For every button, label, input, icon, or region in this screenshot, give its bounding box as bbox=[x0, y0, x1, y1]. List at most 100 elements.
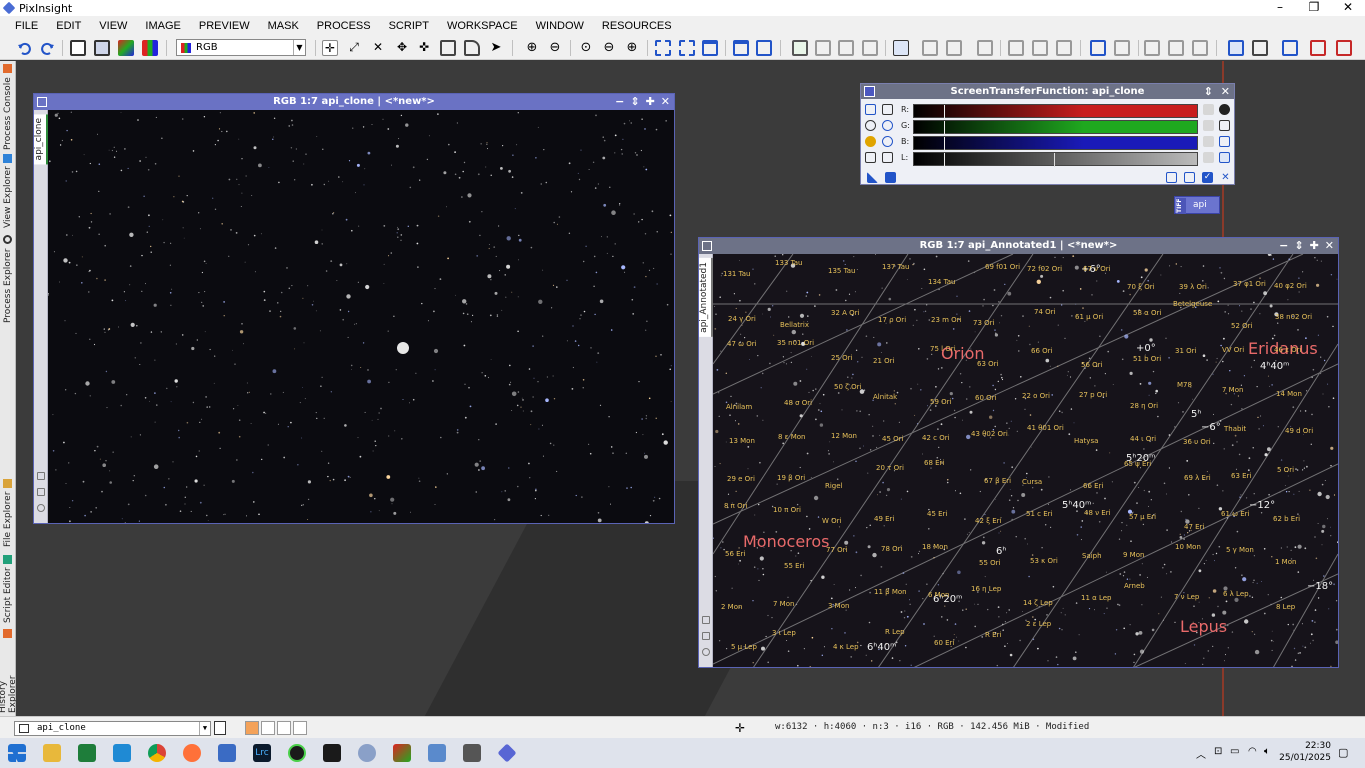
mini-icon[interactable] bbox=[702, 648, 710, 656]
gear-icon[interactable] bbox=[1219, 104, 1230, 115]
window-close-button[interactable]: ✕ bbox=[661, 94, 670, 110]
window-shade-button[interactable]: ⇕ bbox=[630, 94, 639, 110]
mini-icon[interactable] bbox=[37, 472, 45, 480]
color-image-icon[interactable] bbox=[118, 40, 134, 56]
screen-4-icon[interactable] bbox=[1310, 40, 1326, 56]
close-button[interactable]: ✕ bbox=[1331, 0, 1365, 16]
view-tab-api-clone[interactable]: api_clone bbox=[34, 114, 48, 165]
start-icon[interactable] bbox=[8, 744, 26, 762]
color-mode-select[interactable]: RGB ▼ bbox=[176, 39, 306, 56]
window-maximize-button[interactable]: ✚ bbox=[646, 94, 655, 110]
window-maximize-button[interactable]: ✚ bbox=[1310, 238, 1319, 254]
undo-icon[interactable] bbox=[16, 40, 32, 56]
new-image-icon[interactable] bbox=[70, 40, 86, 56]
link-channels-icon[interactable] bbox=[865, 104, 876, 115]
window-minimize-button[interactable]: − bbox=[1279, 238, 1288, 254]
arrange-icon[interactable] bbox=[1192, 40, 1208, 56]
chevron-up-icon[interactable]: ︿ bbox=[1196, 746, 1206, 761]
monitor-icon[interactable] bbox=[1219, 152, 1230, 163]
pointer-icon[interactable]: ➤ bbox=[488, 40, 504, 56]
window-shade-button[interactable]: ⇕ bbox=[1294, 238, 1303, 254]
stf-bar-g[interactable] bbox=[913, 120, 1198, 135]
cascade-icon[interactable] bbox=[1168, 40, 1184, 56]
readout-icon[interactable] bbox=[1008, 40, 1024, 56]
app-icon[interactable] bbox=[393, 744, 411, 762]
maximize-button[interactable]: ❐ bbox=[1297, 0, 1331, 16]
screen-3-icon[interactable] bbox=[1282, 40, 1298, 56]
mini-icon[interactable] bbox=[37, 504, 45, 512]
menu-file[interactable]: FILE bbox=[15, 20, 38, 32]
view-tab-api-annotated[interactable]: api_Annotated1 bbox=[699, 258, 713, 337]
menu-script[interactable]: SCRIPT bbox=[389, 20, 429, 32]
reset-channel-icon[interactable] bbox=[1203, 120, 1214, 131]
image-window-api-annotated[interactable]: RGB 1:7 api_Annotated1 | <*new*> − ⇕ ✚ ✕… bbox=[698, 237, 1339, 668]
pixinsight-taskbar-icon[interactable] bbox=[497, 743, 517, 763]
zoom-in-icon[interactable] bbox=[882, 120, 893, 131]
menu-workspace[interactable]: WORKSPACE bbox=[447, 20, 518, 32]
zoom-fit-window-icon[interactable]: ⊕ bbox=[624, 40, 640, 56]
select-area-icon[interactable] bbox=[655, 40, 671, 56]
stf-bar-r[interactable] bbox=[913, 104, 1198, 119]
tile-icon[interactable] bbox=[1144, 40, 1160, 56]
redo-icon[interactable] bbox=[40, 40, 56, 56]
battery-icon[interactable]: ▭ bbox=[1230, 746, 1239, 757]
clock[interactable]: 22:30 25/01/2025 bbox=[1279, 740, 1331, 764]
stf-close-button[interactable]: ✕ bbox=[1221, 84, 1230, 99]
new-instance-icon[interactable] bbox=[867, 172, 878, 183]
zoom-out-icon[interactable] bbox=[882, 136, 893, 147]
image-canvas[interactable] bbox=[48, 110, 674, 523]
stf-title-bar[interactable]: ScreenTransferFunction: api_clone ⇕ ✕ bbox=[861, 84, 1234, 99]
track-view-icon[interactable] bbox=[1219, 120, 1230, 131]
image-window-title-bar[interactable]: RGB 1:7 api_clone | <*new*> − ⇕ ✚ ✕ bbox=[34, 94, 674, 110]
mask-enable-icon[interactable] bbox=[792, 40, 808, 56]
menu-edit[interactable]: EDIT bbox=[56, 20, 81, 32]
stf-shade-button[interactable]: ⇕ bbox=[1204, 84, 1213, 99]
dock-tab-file-explorer[interactable]: File Explorer bbox=[0, 477, 16, 549]
menu-view[interactable]: VIEW bbox=[99, 20, 127, 32]
apply-global-icon[interactable] bbox=[885, 172, 896, 183]
wifi-icon[interactable]: ◠ bbox=[1248, 746, 1257, 757]
dock-tab-script-editor[interactable]: Script Editor bbox=[0, 553, 16, 625]
notepad-icon[interactable] bbox=[78, 744, 96, 762]
move-icon[interactable] bbox=[1219, 136, 1230, 147]
zoom-icon[interactable] bbox=[865, 120, 876, 131]
mask-show-icon[interactable] bbox=[838, 40, 854, 56]
zoom-out-icon[interactable]: ⊖ bbox=[547, 40, 563, 56]
crosshair-icon[interactable]: ✛ bbox=[322, 40, 338, 56]
view-selector[interactable]: api_clone ▼ bbox=[14, 721, 211, 736]
annotated-image-canvas[interactable]: Orion Eridanus Monoceros Lepus +6° +0° 4ʰ40ᵐ 5ʰ… bbox=[713, 254, 1338, 667]
screen-icon[interactable] bbox=[1228, 40, 1244, 56]
stf-reset-icon[interactable] bbox=[922, 40, 938, 56]
open-image-icon[interactable] bbox=[94, 40, 110, 56]
mask-color-icon[interactable] bbox=[245, 721, 259, 735]
app-icon[interactable] bbox=[463, 744, 481, 762]
zoom-1-1-icon[interactable]: ⊙ bbox=[578, 40, 594, 56]
file-explorer-icon[interactable] bbox=[43, 744, 61, 762]
menu-resources[interactable]: RESOURCES bbox=[602, 20, 672, 32]
mask-mode-icon[interactable] bbox=[261, 721, 275, 735]
fit-view-icon[interactable]: ✕ bbox=[370, 40, 386, 56]
app-icon[interactable] bbox=[288, 744, 306, 762]
app-icon[interactable] bbox=[358, 744, 376, 762]
reset-channel-icon[interactable] bbox=[1203, 136, 1214, 147]
view-options-icon[interactable] bbox=[214, 721, 226, 735]
zoom-in-icon[interactable]: ⊕ bbox=[524, 40, 540, 56]
screen-2-icon[interactable] bbox=[1252, 40, 1268, 56]
image-window-api-clone[interactable]: RGB 1:7 api_clone | <*new*> − ⇕ ✚ ✕ api_… bbox=[33, 93, 675, 524]
stf-link-icon[interactable] bbox=[893, 40, 909, 56]
screen-5-icon[interactable] bbox=[1336, 40, 1352, 56]
stf-auto-icon[interactable] bbox=[946, 40, 962, 56]
radiation-icon[interactable] bbox=[865, 136, 876, 147]
reset-icon[interactable]: ✕ bbox=[1220, 172, 1231, 183]
lightroom-icon[interactable]: Lrc bbox=[253, 744, 271, 762]
dock-tab-process-explorer[interactable]: Process Explorer bbox=[0, 233, 16, 325]
window-minimize-button[interactable]: − bbox=[615, 94, 624, 110]
stf-panel[interactable]: ScreenTransferFunction: api_clone ⇕ ✕ R: … bbox=[860, 83, 1235, 185]
dock-tab-view-explorer[interactable]: View Explorer bbox=[0, 153, 16, 229]
pointer-icon[interactable] bbox=[882, 104, 893, 115]
edit-preview-icon[interactable] bbox=[464, 40, 480, 56]
explorer-2-icon[interactable] bbox=[1114, 40, 1130, 56]
window-icon[interactable] bbox=[733, 40, 749, 56]
wrench-icon[interactable] bbox=[865, 152, 876, 163]
stf-bar-l[interactable] bbox=[913, 152, 1198, 167]
